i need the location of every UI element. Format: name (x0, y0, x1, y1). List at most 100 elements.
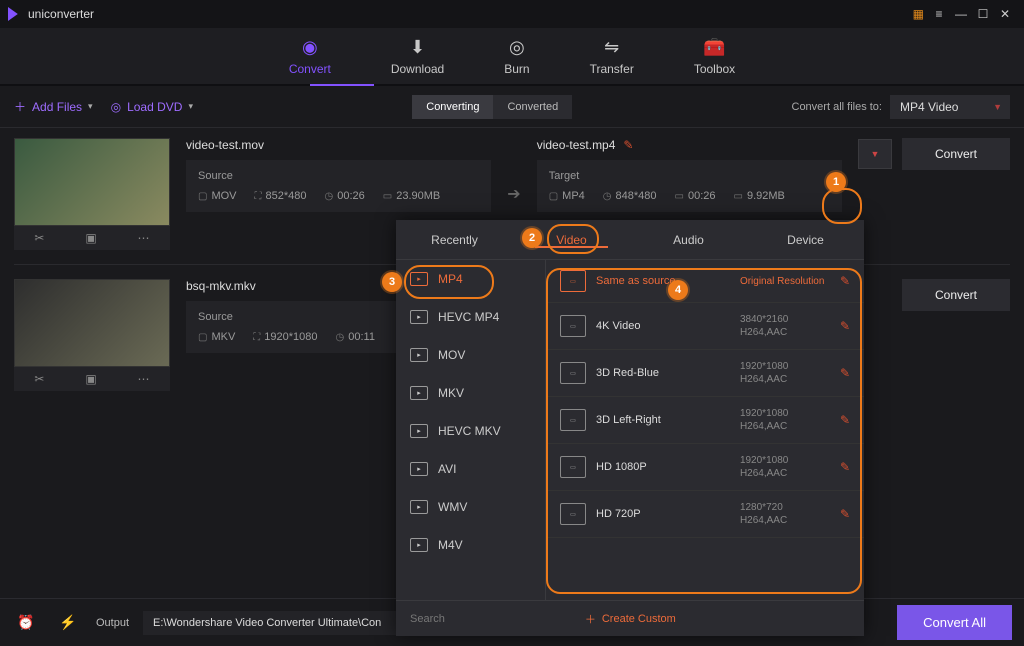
gpu-icon[interactable]: ⚡ (54, 614, 82, 631)
format-item-hevc-mkv[interactable]: ▸HEVC MKV (396, 412, 545, 450)
format-item-m4v[interactable]: ▸M4V (396, 526, 545, 564)
preset-sub: 3840*2160H264,AAC (740, 313, 830, 339)
add-files-label: Add Files (32, 100, 82, 114)
source-container: MOV (211, 190, 236, 202)
chevron-down-icon: ▾ (88, 101, 93, 112)
resolution-icon: ◷ (603, 191, 612, 202)
effects-icon[interactable]: ⋯ (138, 231, 150, 245)
preset-sub: 1920*1080H264,AAC (740, 454, 830, 480)
nav-active-underline (310, 84, 374, 86)
caret-down-icon: ▼ (871, 149, 880, 159)
format-box-icon: ▸ (410, 386, 428, 400)
add-files-button[interactable]: ＋ Add Files ▾ (14, 98, 93, 115)
gift-icon[interactable]: ▦ (913, 7, 924, 21)
toolbox-icon: 🧰 (703, 37, 725, 58)
preset-name: HD 1080P (596, 461, 730, 473)
preset-sub: Original Resolution (740, 275, 830, 288)
preset-item[interactable]: ▭Same as sourceOriginal Resolution✎ (546, 260, 864, 303)
folder-icon: ▭ (383, 191, 392, 202)
source-duration: 00:26 (337, 190, 365, 202)
tab-recently[interactable]: Recently (396, 233, 513, 247)
preset-name: Same as source (596, 275, 730, 287)
format-item-wmv[interactable]: ▸ WMV (396, 488, 545, 526)
edit-icon[interactable]: ✎ (840, 460, 850, 474)
video-thumbnail[interactable] (14, 279, 170, 367)
tab-audio[interactable]: Audio (630, 233, 747, 247)
nav-burn[interactable]: ◎ Burn (504, 37, 529, 76)
nav-convert[interactable]: ◉ Convert (289, 37, 331, 76)
trim-icon[interactable]: ✂ (34, 372, 44, 386)
preset-name: 3D Left-Right (596, 414, 730, 426)
toolbar: ＋ Add Files ▾ ◎ Load DVD ▾ Converting Co… (0, 86, 1024, 128)
tab-converted[interactable]: Converted (493, 95, 572, 119)
minimize-icon[interactable]: — (950, 7, 972, 21)
format-dropdown-button[interactable]: ▼ (858, 139, 892, 169)
preset-icon: ▭ (560, 362, 586, 384)
preset-icon: ▭ (560, 315, 586, 337)
create-custom-button[interactable]: ＋ Create Custom (585, 611, 676, 627)
edit-icon[interactable]: ✎ (840, 274, 850, 288)
maximize-icon[interactable]: ☐ (972, 7, 994, 21)
nav-transfer-label: Transfer (590, 62, 634, 76)
menu-icon[interactable]: ≡ (928, 7, 950, 21)
step-badge-4: 4 (668, 280, 688, 300)
tab-converting[interactable]: Converting (412, 95, 493, 119)
nav-transfer[interactable]: ⇋ Transfer (590, 37, 634, 76)
preset-item[interactable]: ▭3D Red-Blue1920*1080H264,AAC✎ (546, 350, 864, 397)
format-item-mov[interactable]: ▸MOV (396, 336, 545, 374)
tab-device[interactable]: Device (747, 233, 864, 247)
clock-icon: ▭ (675, 191, 684, 202)
source-size: 23.90MB (396, 190, 440, 202)
format-box-icon: ▸ (410, 424, 428, 438)
crop-icon[interactable]: ▣ (85, 231, 96, 245)
convert-button[interactable]: Convert (902, 279, 1010, 311)
format-popup: Recently Video Audio Device ▸MP4▸HEVC MP… (396, 220, 864, 636)
file-icon: ▢ (198, 332, 207, 343)
preset-name: 4K Video (596, 320, 730, 332)
output-path-field[interactable]: E:\Wondershare Video Converter Ultimate\… (143, 611, 423, 635)
format-item-hevc-mp4[interactable]: ▸HEVC MP4 (396, 298, 545, 336)
edit-icon[interactable]: ✎ (840, 413, 850, 427)
convert-all-button[interactable]: Convert All (897, 605, 1012, 640)
format-item-avi[interactable]: ▸AVI (396, 450, 545, 488)
nav-download[interactable]: ⬇ Download (391, 37, 444, 76)
video-thumbnail[interactable] (14, 138, 170, 226)
preset-name: HD 720P (596, 508, 730, 520)
preset-item[interactable]: ▭HD 1080P1920*1080H264,AAC✎ (546, 444, 864, 491)
format-box-icon: ▸ (410, 272, 428, 286)
edit-icon[interactable]: ✎ (840, 507, 850, 521)
format-label: WMV (438, 500, 467, 514)
app-title: uniconverter (28, 7, 94, 21)
format-box-icon: ▸ (410, 310, 428, 324)
format-box-icon: ▸ (410, 500, 428, 514)
preset-icon: ▭ (560, 503, 586, 525)
output-format-select[interactable]: MP4 Video ▼ (890, 95, 1010, 119)
file-icon: ▢ (549, 191, 558, 202)
effects-icon[interactable]: ⋯ (138, 372, 150, 386)
preset-icon: ▭ (560, 409, 586, 431)
load-dvd-label: Load DVD (127, 100, 182, 114)
step-badge-2: 2 (522, 228, 542, 248)
trim-icon[interactable]: ✂ (34, 231, 44, 245)
preset-item[interactable]: ▭ 4K Video 3840*2160H264,AAC ✎ (546, 303, 864, 350)
search-input[interactable]: Search (410, 613, 445, 625)
convert-button[interactable]: Convert (902, 138, 1010, 170)
edit-icon[interactable]: ✎ (623, 138, 633, 152)
edit-icon[interactable]: ✎ (840, 366, 850, 380)
nav-toolbox[interactable]: 🧰 Toolbox (694, 37, 735, 76)
format-item-mp4[interactable]: ▸MP4 (396, 260, 545, 298)
source-resolution: 1920*1080 (264, 331, 317, 343)
load-dvd-button[interactable]: ◎ Load DVD ▾ (111, 100, 193, 114)
format-item-mkv[interactable]: ▸MKV (396, 374, 545, 412)
app-logo-icon (8, 7, 22, 21)
format-label: AVI (438, 462, 456, 476)
source-resolution: 852*480 (266, 190, 307, 202)
close-icon[interactable]: ✕ (994, 7, 1016, 21)
thumbnail-tools: ✂ ▣ ⋯ (14, 367, 170, 391)
alarm-icon[interactable]: ⏰ (12, 614, 40, 631)
crop-icon[interactable]: ▣ (85, 372, 96, 386)
edit-icon[interactable]: ✎ (840, 319, 850, 333)
preset-item[interactable]: ▭HD 720P1280*720H264,AAC✎ (546, 491, 864, 538)
preset-item[interactable]: ▭3D Left-Right1920*1080H264,AAC✎ (546, 397, 864, 444)
nav-convert-label: Convert (289, 62, 331, 76)
